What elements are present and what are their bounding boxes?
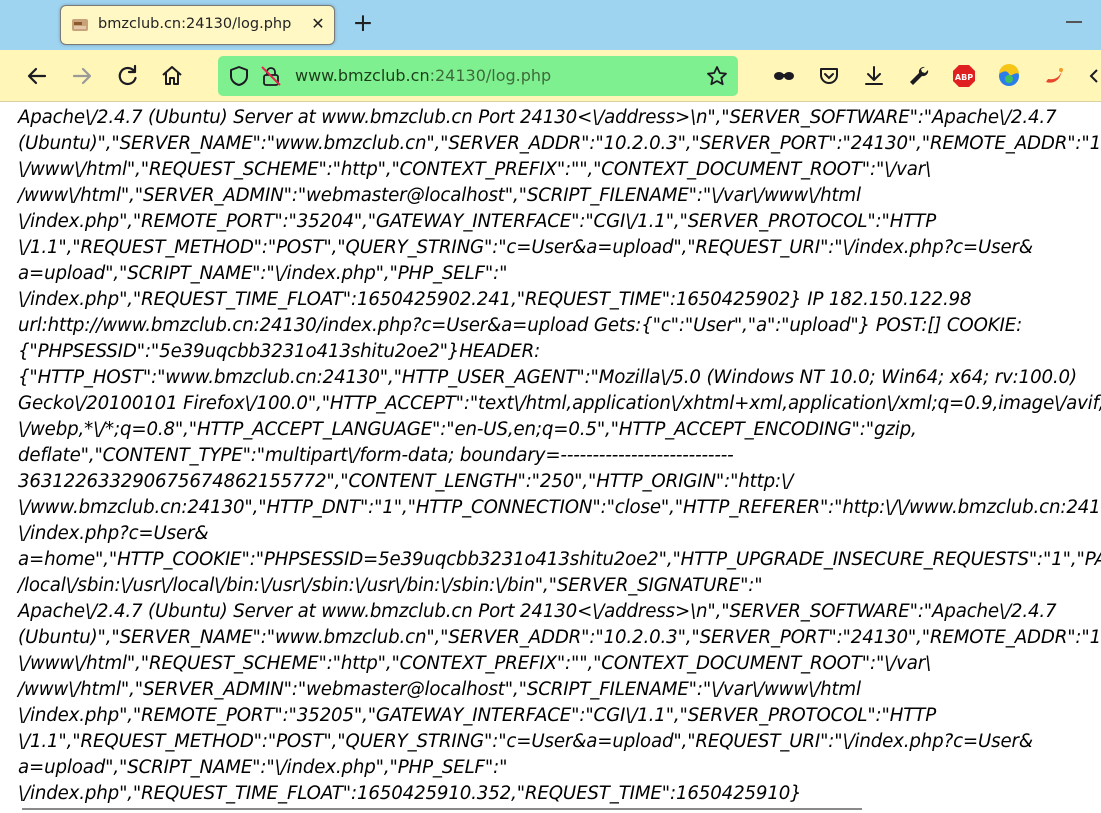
forward-arrow-icon[interactable]	[68, 62, 96, 90]
tab-log-php[interactable]: bmzclub.cn:24130/log.php ✕	[60, 5, 335, 45]
log-line: \/1.1","REQUEST_METHOD":"POST","QUERY_ST…	[18, 731, 1033, 752]
extension-icon-2[interactable]	[1040, 62, 1068, 90]
close-tab-icon[interactable]: ✕	[308, 14, 328, 34]
log-line: \/1.1","REQUEST_METHOD":"POST","QUERY_ST…	[18, 237, 1033, 258]
extension-icon[interactable]	[995, 62, 1023, 90]
wrench-icon[interactable]	[905, 62, 933, 90]
more-icon[interactable]	[1085, 62, 1101, 90]
back-arrow-icon[interactable]	[23, 62, 51, 90]
url-host: www.bmzclub.cn	[295, 66, 430, 85]
horizontal-scrollbar[interactable]	[22, 808, 862, 810]
new-tab-button[interactable]: +	[350, 10, 376, 36]
home-icon[interactable]	[158, 62, 186, 90]
log-line: a=upload","SCRIPT_NAME":"\/index.php","P…	[18, 757, 508, 778]
log-line: \/index.php","REMOTE_PORT":"35204","GATE…	[18, 211, 937, 232]
reload-icon[interactable]	[113, 62, 141, 90]
svg-text:ABP: ABP	[955, 73, 973, 82]
tab-strip: bmzclub.cn:24130/log.php ✕ +	[0, 0, 1101, 50]
url-text[interactable]: www.bmzclub.cn:24130/log.php	[295, 66, 551, 85]
log-line: Apache\/2.4.7 (Ubuntu) Server at www.bmz…	[18, 107, 1057, 128]
log-line: {"HTTP_HOST":"www.bmzclub.cn:24130","HTT…	[18, 367, 1077, 388]
page-content: Apache\/2.4.7 (Ubuntu) Server at www.bmz…	[0, 103, 1101, 813]
insecure-lock-icon[interactable]	[260, 65, 282, 87]
log-line: deflate","CONTENT_TYPE":"multipart\/form…	[18, 445, 734, 466]
log-line: \/index.php","REMOTE_PORT":"35205","GATE…	[18, 705, 937, 726]
log-line: (Ubuntu)","SERVER_NAME":"www.bmzclub.cn"…	[18, 627, 1101, 648]
log-line: \/index.php?c=User&	[18, 523, 209, 544]
tab-title: bmzclub.cn:24130/log.php	[98, 16, 292, 32]
log-line: url:http://www.bmzclub.cn:24130/index.ph…	[18, 315, 1023, 336]
pocket-icon[interactable]	[815, 62, 843, 90]
tab-list-icon[interactable]	[1066, 21, 1082, 23]
log-line: \/www.bmzclub.cn:24130","HTTP_DNT":"1","…	[18, 497, 1101, 518]
star-icon[interactable]	[706, 65, 728, 87]
log-line: Gecko\/20100101 Firefox\/100.0","HTTP_AC…	[18, 393, 1101, 414]
download-icon[interactable]	[860, 62, 888, 90]
log-line: /local\/sbin:\/usr\/local\/bin:\/usr\/sb…	[18, 575, 763, 596]
log-line: \/www\/html","REQUEST_SCHEME":"http","CO…	[18, 653, 932, 674]
log-line: /www\/html","SERVER_ADMIN":"webmaster@lo…	[18, 185, 861, 206]
log-line: (Ubuntu)","SERVER_NAME":"www.bmzclub.cn"…	[18, 133, 1101, 154]
private-mask-icon[interactable]	[770, 62, 798, 90]
log-line: Apache\/2.4.7 (Ubuntu) Server at www.bmz…	[18, 601, 1057, 622]
adblock-icon[interactable]: ABP	[950, 62, 978, 90]
log-line: a=home","HTTP_COOKIE":"PHPSESSID=5e39uqc…	[18, 549, 1101, 570]
navigation-toolbar: www.bmzclub.cn:24130/log.php ABP	[0, 50, 1101, 102]
favicon-icon	[72, 19, 88, 31]
log-text: Apache\/2.4.7 (Ubuntu) Server at www.bmz…	[18, 105, 1101, 807]
url-path: :24130/log.php	[429, 66, 552, 85]
log-line: {"PHPSESSID":"5e39uqcbb3231o413shitu2oe2…	[18, 341, 541, 362]
browser-window: bmzclub.cn:24130/log.php ✕ + www.bmzclub…	[0, 0, 1101, 813]
log-line: \/index.php","REQUEST_TIME_FLOAT":165042…	[18, 289, 972, 310]
log-line: \/www\/html","REQUEST_SCHEME":"http","CO…	[18, 159, 932, 180]
log-line: \/index.php","REQUEST_TIME_FLOAT":165042…	[18, 783, 802, 804]
url-bar[interactable]: www.bmzclub.cn:24130/log.php	[218, 56, 738, 96]
log-line: /www\/html","SERVER_ADMIN":"webmaster@lo…	[18, 679, 861, 700]
log-line: 363122633290675674862155772","CONTENT_LE…	[18, 471, 793, 492]
log-line: \/webp,*\/*;q=0.8","HTTP_ACCEPT_LANGUAGE…	[18, 419, 917, 440]
log-line: a=upload","SCRIPT_NAME":"\/index.php","P…	[18, 263, 508, 284]
shield-icon[interactable]	[228, 65, 250, 87]
